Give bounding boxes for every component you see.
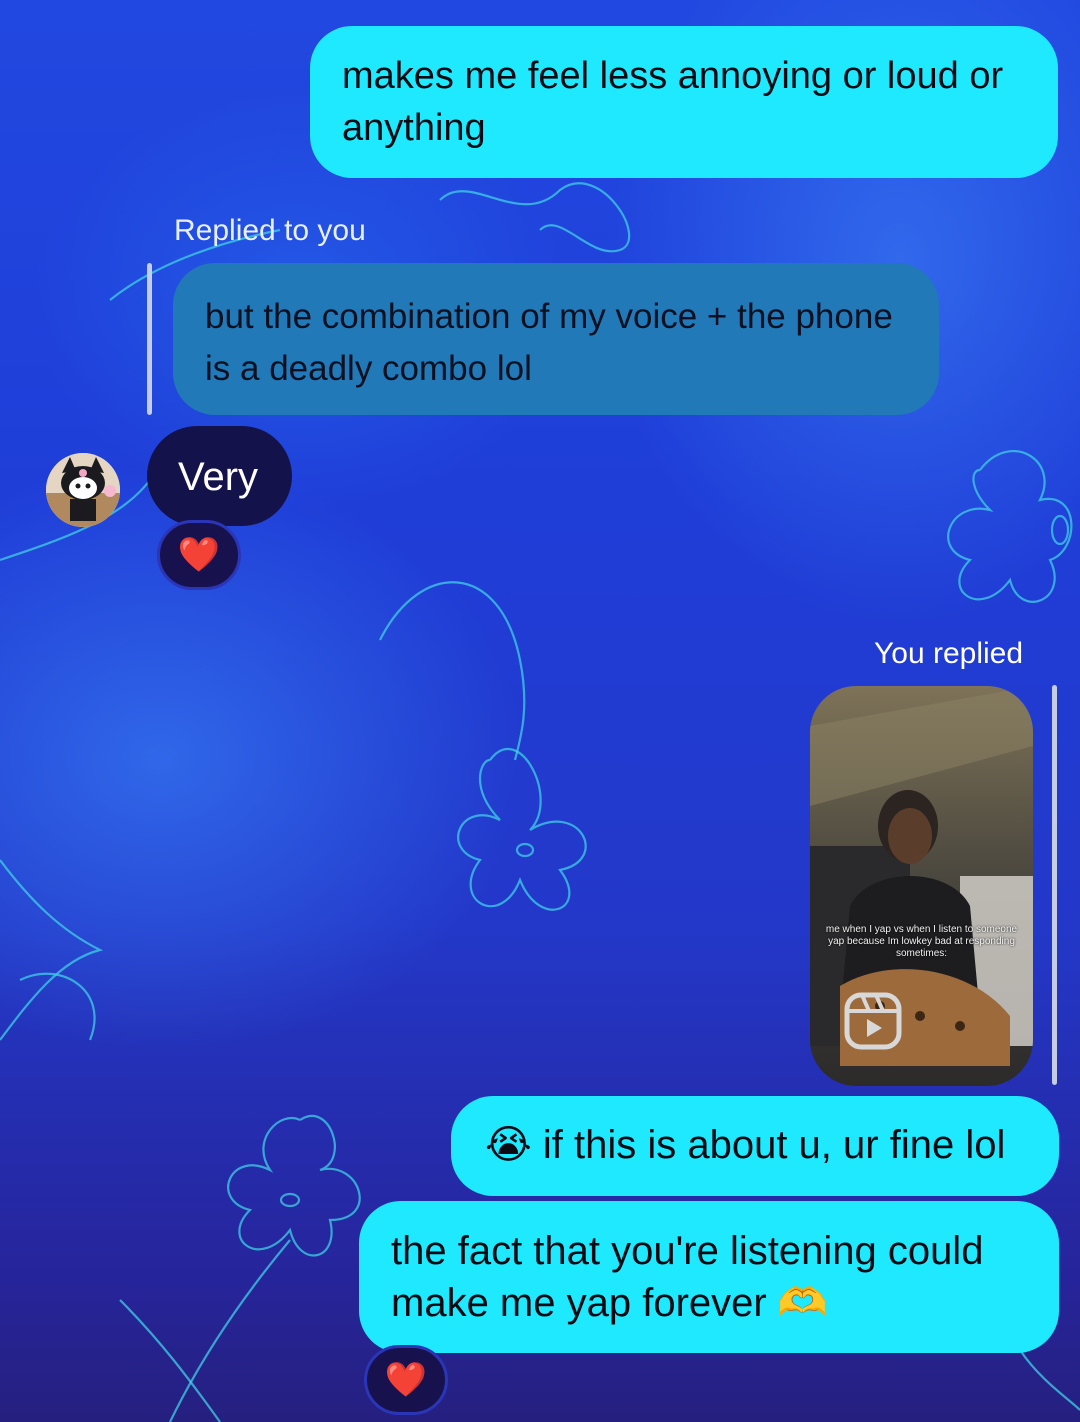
heart-icon: ❤️: [384, 1360, 428, 1400]
heart-hands-icon: 🫶: [777, 1280, 828, 1326]
reply-quoted-bubble[interactable]: but the combination of my voice + the ph…: [173, 263, 939, 415]
heart-icon: ❤️: [177, 535, 221, 575]
replied-to-you-label: Replied to you: [174, 214, 366, 247]
reply-quote-bar: [1052, 685, 1057, 1085]
heart-reaction[interactable]: ❤️: [157, 520, 241, 590]
message-bubble-sent[interactable]: makes me feel less annoying or loud or a…: [310, 26, 1058, 178]
reel-caption: me when I yap vs when I listen to someon…: [825, 924, 1018, 959]
message-text: the fact that you're listening could mak…: [391, 1229, 984, 1325]
heart-reaction[interactable]: ❤️: [364, 1345, 448, 1415]
reply-quote-bar: [147, 263, 152, 415]
message-text: if this is about u, ur fine lol: [542, 1123, 1006, 1167]
message-bubble-sent[interactable]: the fact that you're listening could mak…: [359, 1201, 1059, 1353]
message-text: makes me feel less annoying or loud or a…: [342, 55, 1004, 149]
reels-icon: [844, 992, 902, 1050]
reel-attachment[interactable]: me when I yap vs when I listen to someon…: [810, 686, 1033, 1086]
kuromi-avatar-icon: [46, 453, 120, 527]
message-bubble-sent[interactable]: 😭 if this is about u, ur fine lol: [451, 1096, 1059, 1196]
contact-avatar[interactable]: [46, 453, 120, 527]
message-bubble-received[interactable]: Very: [147, 426, 292, 526]
you-replied-label: You replied: [874, 637, 1024, 670]
message-text: but the combination of my voice + the ph…: [205, 297, 893, 388]
message-text: Very: [178, 455, 259, 499]
crying-face-icon: 😭: [485, 1122, 532, 1168]
